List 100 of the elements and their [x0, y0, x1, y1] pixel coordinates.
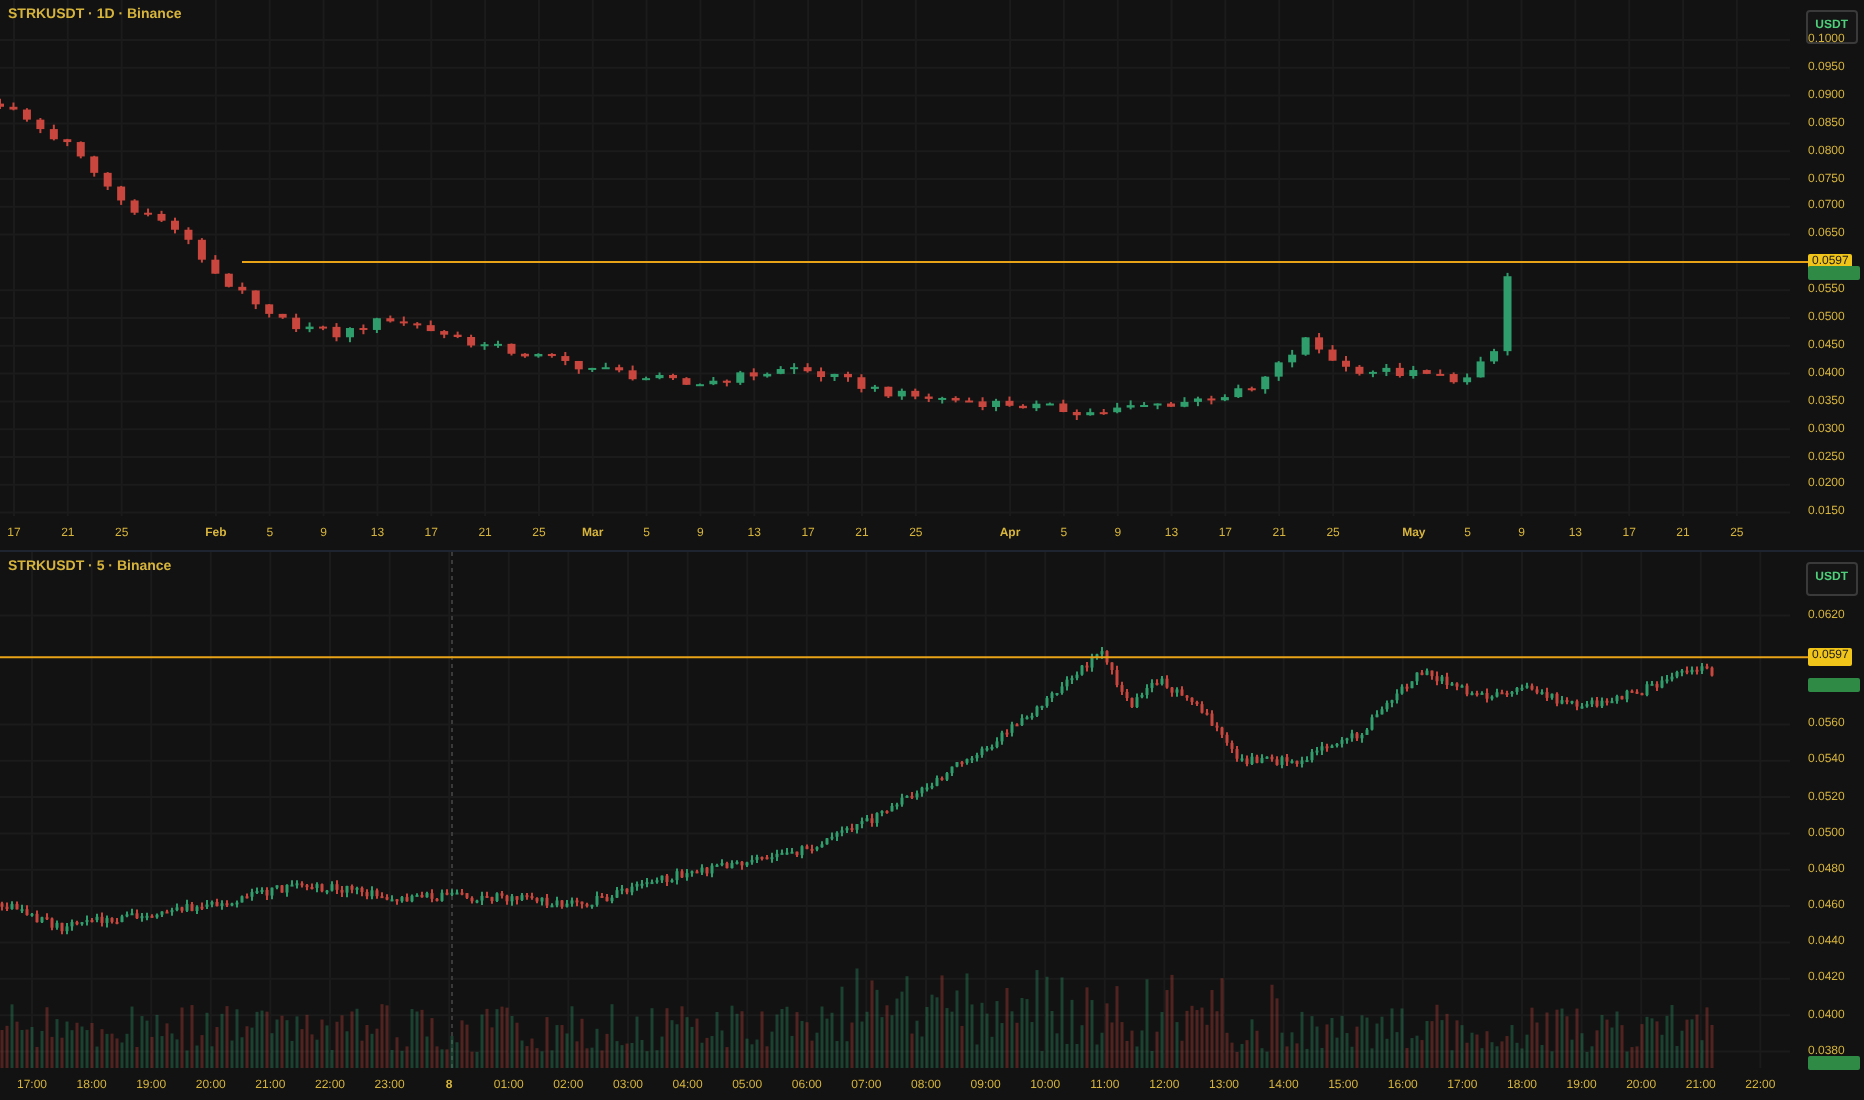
candle — [1409, 364, 1418, 380]
candle — [90, 154, 99, 178]
candle — [965, 396, 974, 403]
candle — [265, 303, 274, 319]
candle — [534, 352, 543, 359]
candle — [1463, 372, 1472, 386]
candle — [1113, 401, 1122, 415]
candle — [386, 314, 395, 324]
candle — [574, 359, 583, 375]
candle — [1126, 399, 1135, 411]
candle — [76, 140, 85, 160]
candle — [211, 254, 220, 275]
candle — [857, 373, 866, 394]
candle — [1503, 271, 1512, 357]
candle — [951, 395, 960, 404]
candle — [49, 123, 58, 142]
candle — [669, 372, 677, 382]
candle — [22, 107, 31, 123]
candle — [1274, 360, 1283, 382]
candle — [992, 397, 1001, 413]
candle — [682, 376, 691, 386]
candle — [1018, 403, 1027, 410]
candle — [897, 387, 906, 401]
candle — [1342, 354, 1350, 373]
candle — [1099, 408, 1108, 416]
price-tag — [1808, 678, 1860, 692]
candle — [372, 316, 381, 334]
candle — [736, 369, 745, 386]
candle — [1449, 371, 1458, 385]
candle — [440, 329, 449, 340]
candle — [292, 312, 301, 333]
candle — [776, 365, 785, 376]
candle — [1476, 355, 1485, 379]
candle — [1288, 348, 1297, 369]
candle — [924, 392, 933, 404]
candle — [494, 339, 502, 349]
candle — [1072, 408, 1081, 421]
candle — [1234, 383, 1243, 399]
candle — [1490, 347, 1499, 365]
candle — [1045, 401, 1054, 406]
candle — [1355, 364, 1364, 377]
candle — [628, 364, 637, 382]
candle — [305, 321, 314, 334]
candle — [722, 378, 731, 388]
candle — [1140, 401, 1149, 408]
candle — [615, 363, 624, 374]
candle — [507, 342, 516, 357]
candle — [345, 326, 354, 344]
price-tag — [1808, 1056, 1860, 1070]
candle — [130, 198, 139, 216]
candle — [1436, 368, 1445, 376]
candle — [1032, 399, 1041, 413]
candle — [1395, 361, 1404, 379]
candle — [238, 281, 247, 295]
candle — [561, 351, 570, 367]
candle — [642, 375, 651, 382]
candle — [1368, 369, 1377, 379]
candle — [1059, 398, 1068, 414]
candle — [1153, 402, 1162, 411]
candle — [547, 352, 556, 359]
candle — [749, 367, 758, 382]
candle — [709, 376, 718, 387]
candle — [978, 396, 987, 412]
candle — [763, 371, 772, 379]
candle — [1086, 407, 1095, 417]
candle — [1247, 385, 1256, 393]
candle — [251, 289, 260, 311]
candle — [426, 319, 435, 333]
candle — [332, 322, 341, 343]
candle — [695, 382, 704, 387]
candle — [480, 341, 489, 351]
candle — [319, 324, 328, 332]
candle — [1328, 344, 1337, 362]
candle — [359, 323, 368, 336]
candle — [453, 330, 462, 340]
candle — [884, 385, 893, 399]
candle — [655, 371, 664, 381]
candle — [520, 352, 529, 359]
candle — [63, 137, 72, 148]
candle — [830, 372, 839, 382]
candle — [1315, 332, 1324, 355]
candle — [144, 207, 153, 218]
candle — [938, 395, 947, 405]
candle — [36, 117, 45, 135]
candle — [184, 226, 193, 246]
candle — [1207, 394, 1216, 406]
candle — [817, 366, 826, 383]
candle — [588, 366, 597, 373]
candle — [1382, 363, 1391, 378]
candle — [157, 209, 166, 223]
candle — [224, 272, 233, 289]
candle — [117, 184, 126, 206]
candle — [1220, 393, 1229, 403]
candle — [1005, 395, 1014, 408]
candle — [1167, 400, 1175, 408]
candle — [790, 362, 799, 376]
candle — [1422, 368, 1431, 376]
candle — [911, 387, 920, 401]
candle — [197, 237, 206, 264]
candle — [1193, 395, 1202, 408]
